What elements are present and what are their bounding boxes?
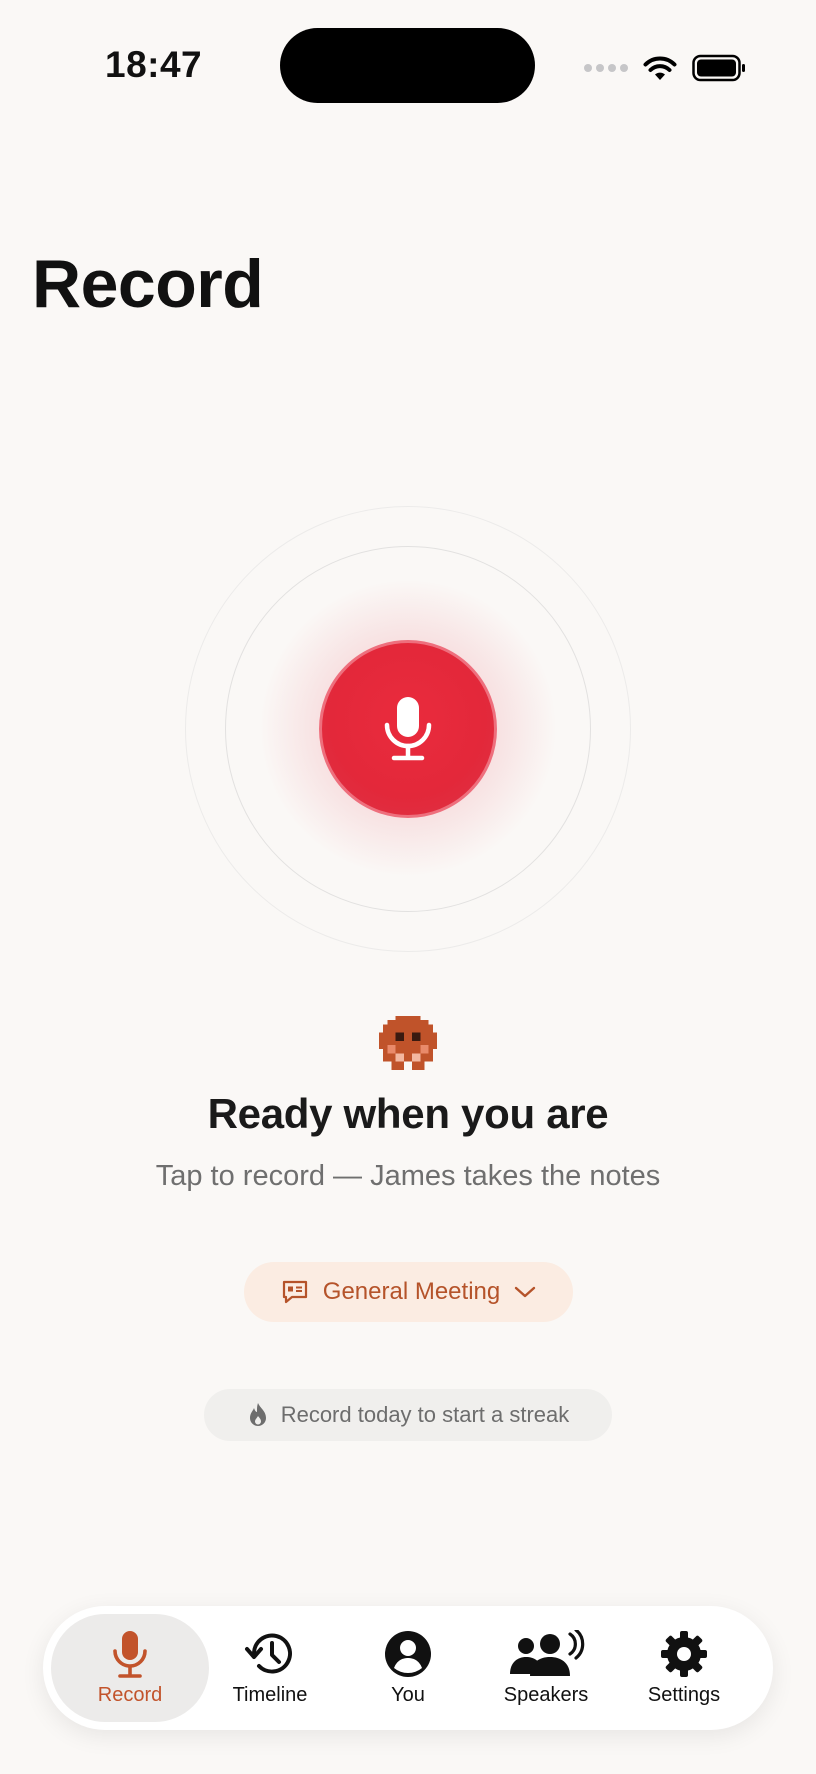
microphone-icon bbox=[113, 1630, 147, 1678]
speakers-icon bbox=[510, 1629, 585, 1676]
cellular-signal-icon bbox=[584, 64, 628, 72]
tab-bar: Record Timeline You Speakers Settings bbox=[43, 1606, 773, 1730]
tab-label: Settings bbox=[647, 1683, 721, 1706]
tab-label: Record bbox=[97, 1683, 163, 1706]
tab-settings[interactable]: Settings bbox=[605, 1614, 763, 1722]
meeting-type-selector[interactable]: General Meeting bbox=[244, 1262, 573, 1322]
streak-badge: Record today to start a streak bbox=[204, 1389, 612, 1441]
record-button[interactable] bbox=[319, 640, 497, 818]
microphone-icon bbox=[384, 697, 432, 761]
person-icon bbox=[385, 1630, 431, 1677]
mascot-icon bbox=[379, 1016, 437, 1070]
meeting-type-label: General Meeting bbox=[322, 1278, 501, 1305]
wifi-icon bbox=[643, 56, 677, 80]
tab-label: You bbox=[391, 1683, 425, 1706]
tab-you[interactable]: You bbox=[329, 1614, 487, 1722]
battery-icon bbox=[692, 54, 745, 82]
gear-icon bbox=[661, 1630, 707, 1677]
tab-speakers[interactable]: Speakers bbox=[467, 1614, 625, 1722]
status-time: 18:47 bbox=[105, 44, 203, 85]
ready-heading: Ready when you are bbox=[207, 1090, 609, 1137]
ready-subtitle: Tap to record — James takes the notes bbox=[155, 1160, 661, 1192]
tab-label: Speakers bbox=[503, 1683, 589, 1706]
chat-board-icon bbox=[282, 1280, 307, 1304]
status-indicators bbox=[584, 48, 746, 88]
tab-label: Timeline bbox=[232, 1683, 308, 1706]
dynamic-island bbox=[280, 28, 535, 103]
tab-timeline[interactable]: Timeline bbox=[191, 1614, 349, 1722]
flame-icon bbox=[249, 1403, 266, 1426]
history-icon bbox=[245, 1633, 292, 1674]
chevron-down-icon bbox=[515, 1286, 536, 1298]
page-title: Record bbox=[32, 246, 264, 322]
streak-label: Record today to start a streak bbox=[280, 1402, 570, 1427]
record-screen: 18:47 Record Ready when you are Tap to r… bbox=[0, 0, 816, 1774]
tab-record[interactable]: Record bbox=[51, 1614, 209, 1722]
